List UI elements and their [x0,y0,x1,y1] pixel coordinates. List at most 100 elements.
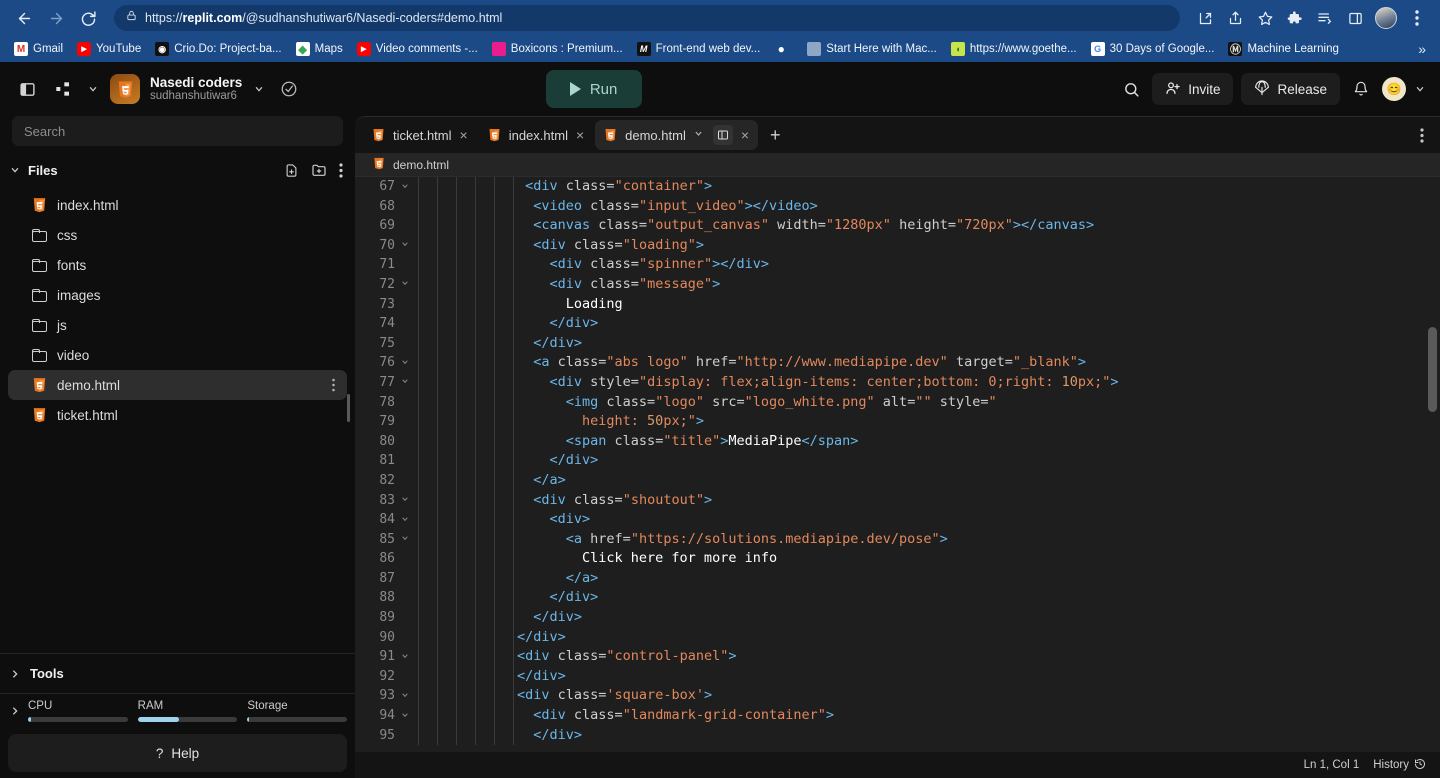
close-icon[interactable]: × [576,128,584,142]
file-row-js[interactable]: js [8,310,347,340]
new-file-icon[interactable] [284,163,299,178]
indent-guides [413,706,517,726]
forward-arrow-icon[interactable] [42,4,70,32]
repl-tree-icon[interactable] [50,76,76,102]
fold-chevron-icon[interactable] [397,686,413,706]
meter-track [247,717,348,722]
html5-file-icon[interactable] [110,74,140,104]
code-text: <a class="abs logo" href="http://www.med… [517,354,1087,371]
reading-list-icon[interactable] [1312,5,1338,31]
code-line: 79 height: 50px;"> [355,412,1440,432]
release-button[interactable]: Release [1241,73,1340,105]
panel-toggle-icon[interactable] [14,76,40,102]
close-icon[interactable]: × [741,128,749,142]
fold-chevron-icon[interactable] [397,236,413,256]
tools-section[interactable]: Tools [0,653,355,693]
editor-tab-ticket-html[interactable]: ticket.html × [363,120,477,150]
bookmark-youtube[interactable]: ▶ YouTube [71,40,147,58]
user-avatar[interactable]: 😊 [1382,77,1406,101]
file-row-index-html[interactable]: index.html [8,190,347,220]
search-input[interactable]: Search [12,116,343,146]
bookmark-globe[interactable]: ● [768,40,799,58]
bookmark-video-comments[interactable]: ▶ Video comments -... [351,40,484,58]
star-icon[interactable] [1252,5,1278,31]
file-row-ticket-html[interactable]: ticket.html [8,400,347,430]
history-button[interactable]: History [1373,758,1426,773]
chevron-right-icon[interactable] [8,706,22,716]
url-text: https://replit.com/@sudhanshutiwar6/Nase… [145,11,503,25]
bookmark-maps[interactable]: ◆ Maps [290,40,349,58]
chevron-down-icon[interactable] [694,129,703,141]
bookmarks-overflow-button[interactable]: » [1412,41,1432,57]
line-number: 67 [379,179,395,194]
profile-avatar[interactable] [1375,7,1397,29]
bookmark-crio[interactable]: ◉ Crio.Do: Project-ba... [149,40,287,58]
back-arrow-icon[interactable] [10,4,38,32]
line-number: 83 [379,492,395,508]
bookmark-frontend-web-dev[interactable]: M Front-end web dev... [631,40,767,58]
chevron-down-icon[interactable] [8,165,22,175]
code-line: 71 <div class="spinner"></div> [355,255,1440,275]
editor-scrollbar[interactable] [1428,327,1437,412]
three-dot-menu-icon[interactable] [1404,5,1430,31]
bell-icon[interactable] [1348,76,1374,102]
invite-button[interactable]: Invite [1152,73,1234,105]
run-button[interactable]: Run [545,70,642,108]
fold-chevron-icon[interactable] [397,177,413,197]
three-dot-menu-icon[interactable] [339,162,343,178]
editor-tab-demo-html[interactable]: demo.html × [595,120,759,150]
code-text: <img class="logo" src="logo_white.png" a… [517,393,997,410]
install-app-icon[interactable] [1192,5,1218,31]
bookmark-goethe[interactable]: ◖ https://www.goethe... [945,40,1083,58]
code-text: <div class="container"> [517,178,713,194]
chevron-down-icon[interactable] [86,76,100,102]
bookmark-machine-learning[interactable]: Ⓜ Machine Learning [1222,40,1344,58]
file-name: demo.html [57,377,121,393]
line-number: 72 [379,276,395,292]
fold-chevron-icon[interactable] [397,491,413,511]
three-dot-menu-icon[interactable] [1410,127,1434,143]
fold-chevron-icon[interactable] [397,510,413,530]
bookmark-start-here-with-machine[interactable]: Start Here with Mac... [801,40,943,58]
fold-chevron-icon[interactable] [397,647,413,667]
new-folder-icon[interactable] [311,162,327,178]
tab-label: demo.html [625,127,686,143]
files-label: Files [28,162,58,178]
puzzle-extensions-icon[interactable] [1282,5,1308,31]
share-icon[interactable] [1222,5,1248,31]
file-row-images[interactable]: images [8,280,347,310]
file-row-fonts[interactable]: fonts [8,250,347,280]
fold-chevron-icon[interactable] [397,275,413,295]
bookmark-boxicons[interactable]: Boxicons : Premium... [486,40,629,58]
fold-chevron-icon[interactable] [397,353,413,373]
chevron-down-icon[interactable] [252,76,266,102]
file-row-video[interactable]: video [8,340,347,370]
tab-label: ticket.html [393,127,452,143]
file-row-css[interactable]: css [8,220,347,250]
address-bar[interactable]: https://replit.com/@sudhanshutiwar6/Nase… [114,5,1180,31]
split-pane-icon[interactable] [712,125,733,145]
file-menu-icon[interactable] [332,378,335,392]
editor-tab-index-html[interactable]: index.html × [479,120,593,150]
plus-icon[interactable]: + [760,125,791,146]
folder-icon [32,288,47,302]
repl-meta[interactable]: Nasedi coders sudhanshutiwar6 [150,75,242,104]
line-number: 91 [379,649,395,665]
sidebar-scrollbar[interactable] [347,394,350,422]
help-button[interactable]: ? Help [8,734,347,772]
check-cloud-icon[interactable] [276,76,302,102]
bookmark-gmail[interactable]: M Gmail [8,40,69,58]
code-line: 95 </div> [355,725,1440,746]
chevron-down-icon[interactable] [1414,76,1426,102]
search-icon[interactable] [1118,76,1144,102]
code-editor[interactable]: 67 <div class="container"> 68 <video clas… [355,177,1440,752]
fold-chevron-icon[interactable] [397,373,413,393]
close-icon[interactable]: × [460,128,468,142]
side-panel-icon[interactable] [1342,5,1368,31]
fold-chevron-icon[interactable] [397,530,413,550]
fold-chevron-icon[interactable] [397,706,413,726]
bookmark-30-days-of-google[interactable]: G 30 Days of Google... [1085,40,1221,58]
machine-learning-icon [807,42,822,56]
file-row-demo-html[interactable]: demo.html [8,370,347,400]
reload-icon[interactable] [74,4,102,32]
